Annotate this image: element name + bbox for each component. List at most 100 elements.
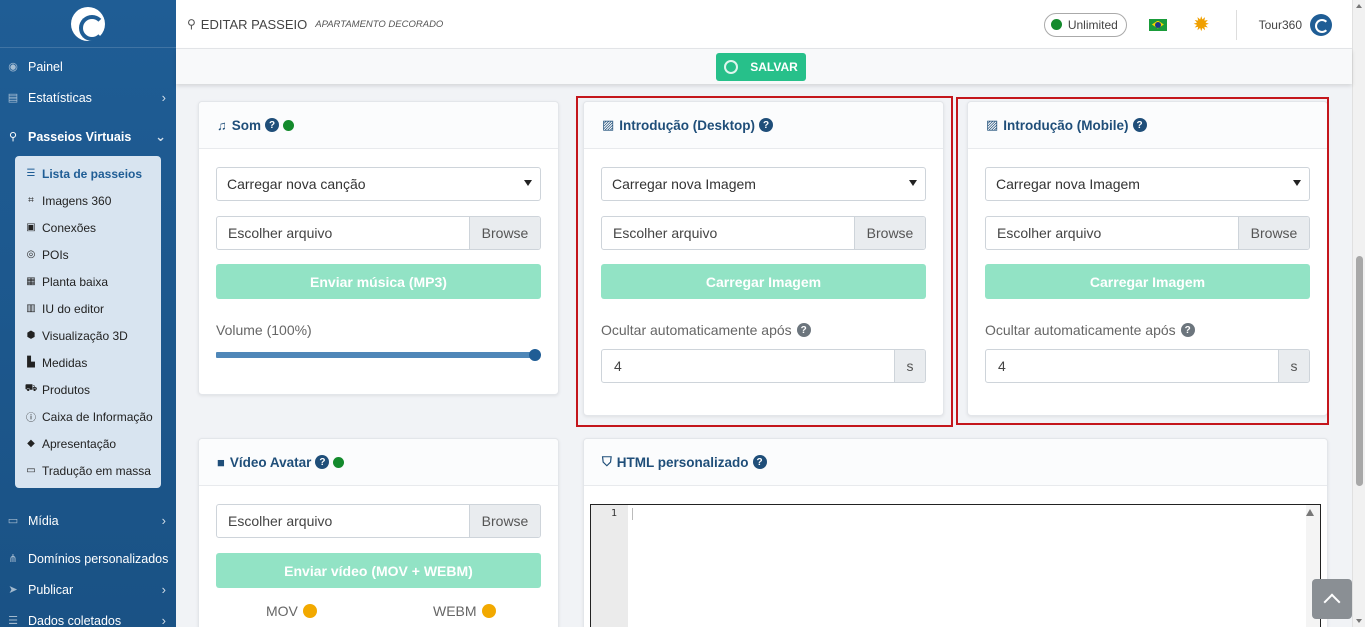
image-icon: ▨ [986,117,999,132]
user-name[interactable]: Tour360 [1259,18,1302,32]
submenu-item-conexoes[interactable]: ▣ Conexões [15,214,161,241]
panorama-icon: ⌗ [28,195,34,206]
help-icon[interactable]: ? [315,455,330,469]
browse-button[interactable]: Browse [854,217,925,249]
submenu-label: Lista de passeios [42,166,143,181]
save-label: SALVAR [750,59,798,74]
browse-button[interactable]: Browse [469,217,540,249]
scroll-down-icon[interactable] [1356,619,1362,623]
submenu-item-imagens[interactable]: ⌗ Imagens 360 [15,187,161,214]
intro-desktop-select[interactable]: Carregar nova Imagem [601,167,926,201]
select-value: Carregar nova Imagem [996,176,1140,192]
submenu-item-produtos[interactable]: ⛟ Produtos [15,376,161,403]
upload-video-button[interactable]: Enviar vídeo (MOV + WEBM) [216,553,541,588]
sidebar-logo[interactable] [0,0,176,48]
chevron-right-icon: › [161,90,166,105]
hide-after-desktop-input[interactable]: 4 s [601,349,926,383]
brand-logo-icon [71,6,105,41]
unit-label: s [894,350,925,382]
route-icon: ⚲ [187,17,196,31]
hide-after-label: Ocultar automaticamente após ? [985,322,1195,338]
format-webm-label: WEBM [433,603,477,619]
status-dot-icon [333,456,345,468]
som-file-input[interactable]: Escolher arquivo Browse [216,216,541,250]
help-icon[interactable]: ? [752,455,767,469]
upload-music-button[interactable]: Enviar música (MP3) [216,264,541,299]
help-icon[interactable]: ? [796,323,811,337]
browse-button[interactable]: Browse [469,505,540,537]
user-avatar-icon[interactable] [1310,13,1332,36]
sidebar-item-midia[interactable]: ▭ Mídia › [0,505,176,536]
submenu-item-pois[interactable]: ◎ POIs [15,241,161,268]
send-icon: ➤ [8,584,18,596]
line-gutter: 1 [591,505,628,627]
caret-down-icon [524,180,532,186]
file-placeholder: Escolher arquivo [997,225,1102,241]
browse-button[interactable]: Browse [1238,217,1309,249]
sidebar-item-publicar[interactable]: ➤ Publicar › [0,574,176,605]
help-icon[interactable]: ? [265,118,280,132]
target-icon: ◎ [26,249,36,260]
som-song-select[interactable]: Carregar nova canção [216,167,541,201]
toggle-ring-icon [724,59,739,74]
html5-icon: ⛉ [602,454,612,469]
upload-image-mobile-button[interactable]: Carregar Imagem [985,264,1310,299]
volume-thumb[interactable] [529,349,541,361]
sidebar-item-dados[interactable]: ☰ Dados coletados › [0,605,176,627]
volume-slider[interactable] [216,349,541,361]
submenu-item-lista[interactable]: ☰ Lista de passeios [15,160,161,187]
format-webm: WEBM [433,603,496,619]
help-icon[interactable]: ? [1132,118,1147,132]
help-icon[interactable]: ? [759,118,774,132]
scroll-up-icon[interactable] [1306,509,1314,516]
submenu-item-iu-editor[interactable]: ▥ IU do editor [15,295,161,322]
html-code-editor[interactable]: 1 [590,504,1321,627]
volume-track [216,352,535,358]
submenu-label: Tradução em massa [42,463,151,478]
editor-icon: ▥ [26,303,36,314]
scroll-up-icon[interactable] [1356,4,1362,8]
intro-mobile-file-input[interactable]: Escolher arquivo Browse [985,216,1310,250]
tour-name: APARTAMENTO DECORADO [315,18,444,30]
sidebar-item-painel[interactable]: ◉ Painel [0,51,176,82]
top-bar-right: Unlimited ✹ Tour360 [1043,0,1332,49]
sidebar-item-estatisticas[interactable]: ▤ Estatísticas › [0,82,176,113]
status-dot-icon [481,604,496,618]
sun-theme-icon[interactable]: ✹ [1193,15,1210,35]
plan-label: Unlimited [1067,17,1118,32]
help-icon[interactable]: ? [1180,323,1195,337]
upload-image-desktop-button[interactable]: Carregar Imagem [601,264,926,299]
music-icon: ♫ [217,117,227,133]
text-cursor [632,508,633,520]
save-button[interactable]: SALVAR [716,52,806,81]
submenu-label: Caixa de Informação [42,409,153,424]
hide-after-label: Ocultar automaticamente após ? [601,322,811,338]
brazil-flag-icon[interactable] [1148,18,1167,31]
hide-after-mobile-input[interactable]: 4 s [985,349,1310,383]
caret-down-icon [909,180,917,186]
link-icon: ▣ [26,222,36,233]
sidebar-item-dominios[interactable]: ⋔ Domínios personalizados [0,543,176,574]
sidebar-item-label: Publicar [28,582,74,597]
status-dot-icon [283,119,295,131]
submenu-item-apresentacao[interactable]: ◆ Apresentação [15,430,161,457]
chevron-right-icon: › [161,582,166,597]
submenu-item-traducao[interactable]: ▭ Tradução em massa [15,457,161,484]
som-card-header: ♫ Som ? [199,102,558,149]
back-to-top-button[interactable] [1312,579,1352,619]
sidebar-item-label: Passeios Virtuais [28,129,132,144]
submenu-item-3d[interactable]: ⬢ Visualização 3D [15,322,161,349]
intro-mobile-header: ▨ Introdução (Mobile) ? [968,102,1327,149]
intro-mobile-select[interactable]: Carregar nova Imagem [985,167,1310,201]
submenu-item-caixa-info[interactable]: ⓘ Caixa de Informação [15,403,161,430]
status-dot-icon [302,604,317,618]
plan-badge: Unlimited [1043,12,1127,37]
intro-desktop-file-input[interactable]: Escolher arquivo Browse [601,216,926,250]
submenu-item-planta[interactable]: ▦ Planta baixa [15,268,161,295]
video-file-input[interactable]: Escolher arquivo Browse [216,504,541,538]
scrollbar-thumb[interactable] [1356,256,1363,486]
submenu-label: Visualização 3D [42,328,128,343]
page-scrollbar[interactable] [1352,0,1365,627]
submenu-item-medidas[interactable]: ▙ Medidas [15,349,161,376]
sidebar-item-passeios-virtuais[interactable]: ⚲ Passeios Virtuais ⌄ [0,121,176,152]
